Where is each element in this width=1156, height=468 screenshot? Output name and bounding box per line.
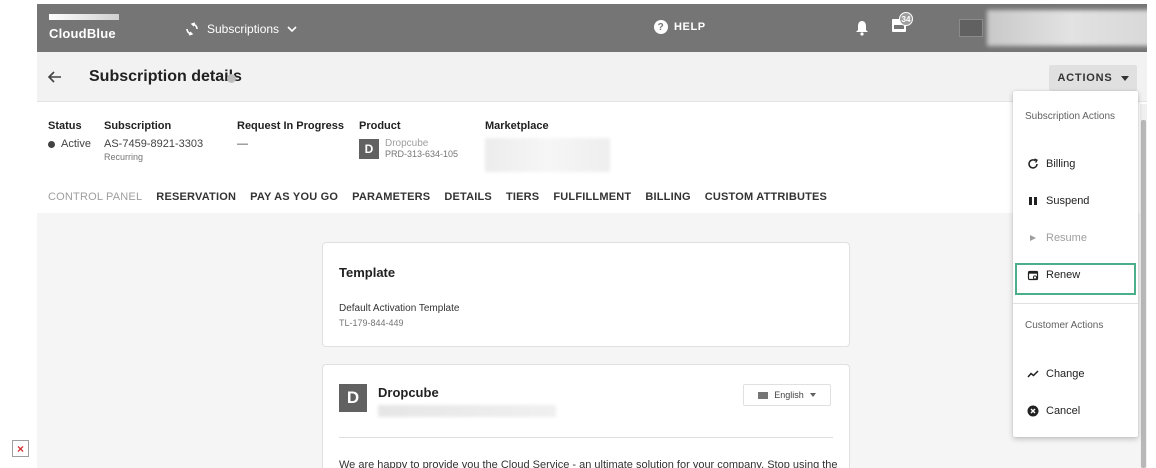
marketplace-value-blurred	[485, 138, 610, 172]
menu-item-cancel-label: Cancel	[1046, 405, 1081, 417]
menu-item-suspend-label: Suspend	[1046, 195, 1090, 207]
tab-parameters[interactable]: PARAMETERS	[352, 191, 430, 203]
product-column: Product D Dropcube PRD-313-634-105	[359, 120, 458, 159]
cloudblue-logo[interactable]: CloudBlue	[49, 14, 119, 42]
renew-highlight-box	[1015, 263, 1136, 295]
product-card-subtitle-blurred	[378, 405, 556, 417]
actions-button[interactable]: ACTIONS	[1049, 65, 1137, 91]
subscription-column: Subscription AS-7459-8921-3303 Recurring	[104, 120, 203, 162]
caret-down-icon	[809, 393, 816, 397]
chevron-down-icon	[287, 26, 297, 33]
module-label: Subscriptions	[207, 22, 280, 36]
menu-item-suspend[interactable]: Suspend	[1027, 195, 1089, 207]
language-select[interactable]: English	[743, 384, 831, 406]
product-description: We are happy to provide you the Cloud Se…	[339, 459, 838, 468]
help-label: HELP	[674, 21, 706, 33]
help-icon: ?	[654, 20, 668, 34]
module-switcher[interactable]: Subscriptions	[185, 19, 305, 39]
request-label: Request In Progress	[237, 120, 344, 132]
menu-item-change-label: Change	[1046, 368, 1085, 380]
logo-bar	[49, 14, 119, 20]
tab-pay-as-you-go[interactable]: PAY AS YOU GO	[250, 191, 338, 203]
status-value-row: Active	[48, 138, 91, 150]
status-value: Active	[61, 138, 91, 150]
trending-icon	[1027, 370, 1039, 378]
flag-icon	[758, 391, 769, 399]
broken-image-icon: ×	[12, 440, 29, 457]
tab-custom-attributes[interactable]: CUSTOM ATTRIBUTES	[705, 191, 827, 203]
user-info-blurred[interactable]	[987, 10, 1147, 46]
subscription-label: Subscription	[104, 120, 172, 132]
notification-badge: 34	[899, 12, 913, 26]
template-card: Template Default Activation Template TL-…	[322, 242, 850, 347]
menu-item-resume-label: Resume	[1046, 232, 1087, 244]
status-label: Status	[48, 120, 82, 132]
tab-fulfillment[interactable]: FULFILLMENT	[553, 191, 631, 203]
status-dot-icon	[48, 140, 55, 148]
top-bar: CloudBlue Subscriptions ? HELP 34	[37, 4, 1147, 52]
customer-actions-header: Customer Actions	[1025, 320, 1104, 331]
subscription-period: Recurring	[104, 152, 144, 162]
marketplace-label: Marketplace	[485, 120, 549, 132]
menu-item-billing-label: Billing	[1046, 158, 1076, 170]
subscription-summary: Status Active Subscription AS-7459-8921-…	[37, 103, 1147, 213]
refresh-icon	[1028, 158, 1038, 169]
template-name: Default Activation Template	[339, 303, 460, 314]
cancel-icon	[1027, 405, 1039, 417]
menu-divider	[1013, 303, 1138, 304]
back-arrow-icon[interactable]	[47, 69, 63, 85]
product-name: Dropcube	[385, 138, 429, 149]
actions-label: ACTIONS	[1057, 72, 1113, 84]
actions-menu: Subscription Actions Billing Suspend Res…	[1013, 91, 1138, 437]
pause-icon	[1029, 197, 1037, 205]
info-icon[interactable]	[227, 74, 236, 83]
control-panel-body: Template Default Activation Template TL-…	[37, 213, 1147, 468]
request-value: —	[237, 138, 248, 150]
menu-item-cancel[interactable]: Cancel	[1027, 405, 1080, 417]
menu-item-billing[interactable]: Billing	[1027, 158, 1075, 170]
logo-text: CloudBlue	[49, 26, 116, 41]
caret-down-icon	[1120, 75, 1129, 81]
template-id: TL-179-844-449	[339, 318, 404, 328]
language-value: English	[774, 390, 804, 400]
subscriptions-icon	[186, 22, 198, 36]
scrollbar-thumb[interactable]	[1141, 120, 1146, 468]
product-card-logo: D	[339, 384, 367, 412]
page-title: Subscription details	[89, 68, 242, 85]
product-card: D Dropcube English We are happy to provi…	[322, 364, 850, 468]
status-column: Status Active	[48, 120, 91, 150]
subscription-actions-header: Subscription Actions	[1025, 111, 1116, 122]
bell-icon[interactable]	[855, 20, 869, 36]
play-icon	[1030, 235, 1036, 241]
help-button[interactable]: ? HELP	[654, 20, 706, 34]
template-title: Template	[339, 265, 396, 280]
product-label: Product	[359, 120, 401, 132]
app-frame: CloudBlue Subscriptions ? HELP 34 Subscr…	[37, 0, 1147, 468]
title-bar: Subscription details ACTIONS	[37, 52, 1147, 102]
product-id: PRD-313-634-105	[385, 149, 459, 159]
request-column: Request In Progress —	[237, 120, 344, 150]
menu-item-resume: Resume	[1027, 232, 1087, 244]
tab-bar: CONTROL PANEL RESERVATION PAY AS YOU GO …	[48, 191, 841, 203]
product-logo: D	[359, 138, 379, 159]
card-divider	[339, 437, 833, 438]
product-text: Dropcube PRD-313-634-105	[385, 138, 458, 159]
product-link[interactable]: D Dropcube PRD-313-634-105	[359, 138, 458, 159]
tab-billing[interactable]: BILLING	[645, 191, 690, 203]
subscription-id[interactable]: AS-7459-8921-3303	[104, 138, 203, 150]
tab-reservation[interactable]: RESERVATION	[156, 191, 236, 203]
avatar[interactable]	[959, 19, 983, 37]
tab-tiers[interactable]: TIERS	[506, 191, 539, 203]
menu-item-change[interactable]: Change	[1027, 368, 1085, 380]
product-card-name: Dropcube	[378, 385, 439, 400]
tab-details[interactable]: DETAILS	[444, 191, 492, 203]
tab-control-panel[interactable]: CONTROL PANEL	[48, 191, 142, 203]
marketplace-column: Marketplace	[485, 120, 610, 172]
